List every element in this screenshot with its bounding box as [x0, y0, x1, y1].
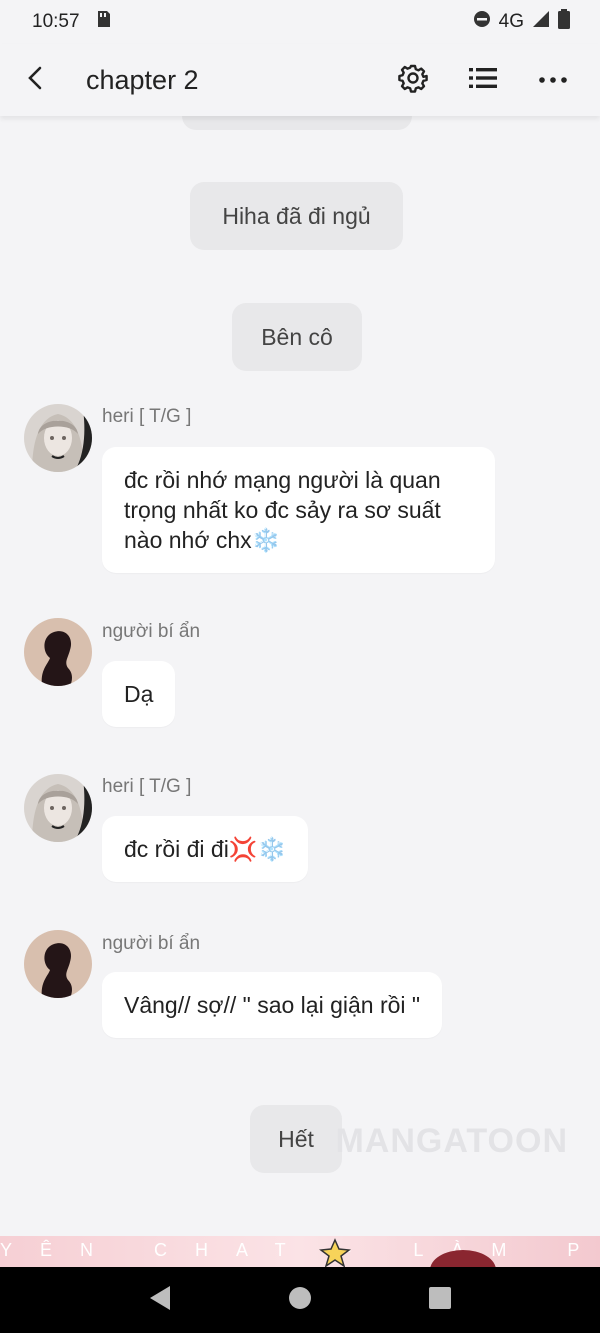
avatar-nguoi-bi-an[interactable] — [24, 618, 92, 686]
status-bar: 10:57 4G — [0, 0, 600, 44]
message-text: Vâng// sợ// " sao lại giận rồi " — [124, 992, 421, 1018]
speaker-name: heri [ T/G ] — [102, 776, 192, 797]
sd-card-icon — [94, 9, 114, 35]
speaker-name: heri [ T/G ] — [102, 406, 192, 427]
avatar-heri[interactable] — [24, 774, 92, 842]
avatar-nguoi-bi-an[interactable] — [24, 930, 92, 998]
dnd-icon — [473, 10, 491, 34]
narration-text: Bên cô — [261, 323, 333, 350]
speaker-name: người bí ẩn — [102, 933, 201, 954]
back-arrow-icon — [24, 66, 48, 95]
nav-recents-button[interactable] — [415, 1275, 465, 1325]
chat-area[interactable]: Hiha đã đi ngủ Bên cô heri [ T/G ] đc rồ… — [0, 116, 600, 1236]
avatar-heri[interactable] — [24, 404, 92, 472]
settings-button[interactable] — [378, 52, 448, 108]
network-label: 4G — [498, 11, 524, 32]
nav-back-button[interactable] — [135, 1275, 185, 1325]
settings-gear-icon — [398, 63, 428, 98]
status-time: 10:57 — [32, 11, 80, 32]
app-bar-actions — [378, 52, 588, 108]
message-text: đc rồi đi đi💢❄️ — [124, 836, 287, 862]
message-bubble: Vâng// sợ// " sao lại giận rồi " — [102, 972, 443, 1038]
more-options-icon — [539, 71, 567, 89]
back-button[interactable] — [8, 52, 64, 108]
message-bubble: đc rồi nhớ mạng người là quan trọng nhất… — [102, 447, 495, 573]
page-title: chapter 2 — [86, 64, 199, 95]
banner-text: YÊN CHAT · LÀM PHA — [0, 1240, 600, 1260]
message-bubble: Dạ — [102, 661, 176, 727]
signal-icon — [532, 10, 550, 34]
narration-bubble: Hiha đã đi ngủ — [190, 182, 403, 250]
battery-icon — [558, 9, 570, 35]
system-nav-bar — [0, 1267, 600, 1333]
end-bubble: Hết — [250, 1105, 342, 1173]
more-options-button[interactable] — [518, 52, 588, 108]
message-text: đc rồi nhớ mạng người là quan trọng nhất… — [124, 467, 441, 553]
message-bubble: đc rồi đi đi💢❄️ — [102, 816, 309, 882]
nav-home-button[interactable] — [275, 1275, 325, 1325]
square-recents-icon — [428, 1286, 452, 1315]
list-icon — [469, 66, 497, 95]
narration-text: Hiha đã đi ngủ — [222, 202, 371, 229]
chapter-list-button[interactable] — [448, 52, 518, 108]
speaker-name: người bí ẩn — [102, 621, 201, 642]
narration-bubble: Bên cô — [232, 303, 362, 371]
watermark-logo: MANGATOON — [335, 1122, 568, 1160]
message-text: Dạ — [124, 681, 154, 707]
circle-home-icon — [288, 1286, 312, 1315]
status-right: 4G — [473, 9, 570, 35]
promo-banner[interactable]: YÊN CHAT · LÀM PHA — [0, 1236, 600, 1267]
app-bar: chapter 2 — [0, 44, 600, 116]
triangle-back-icon — [148, 1285, 172, 1316]
narration-bubble-partial — [182, 116, 412, 130]
star-icon — [318, 1238, 352, 1267]
end-label: Hết — [278, 1125, 314, 1152]
